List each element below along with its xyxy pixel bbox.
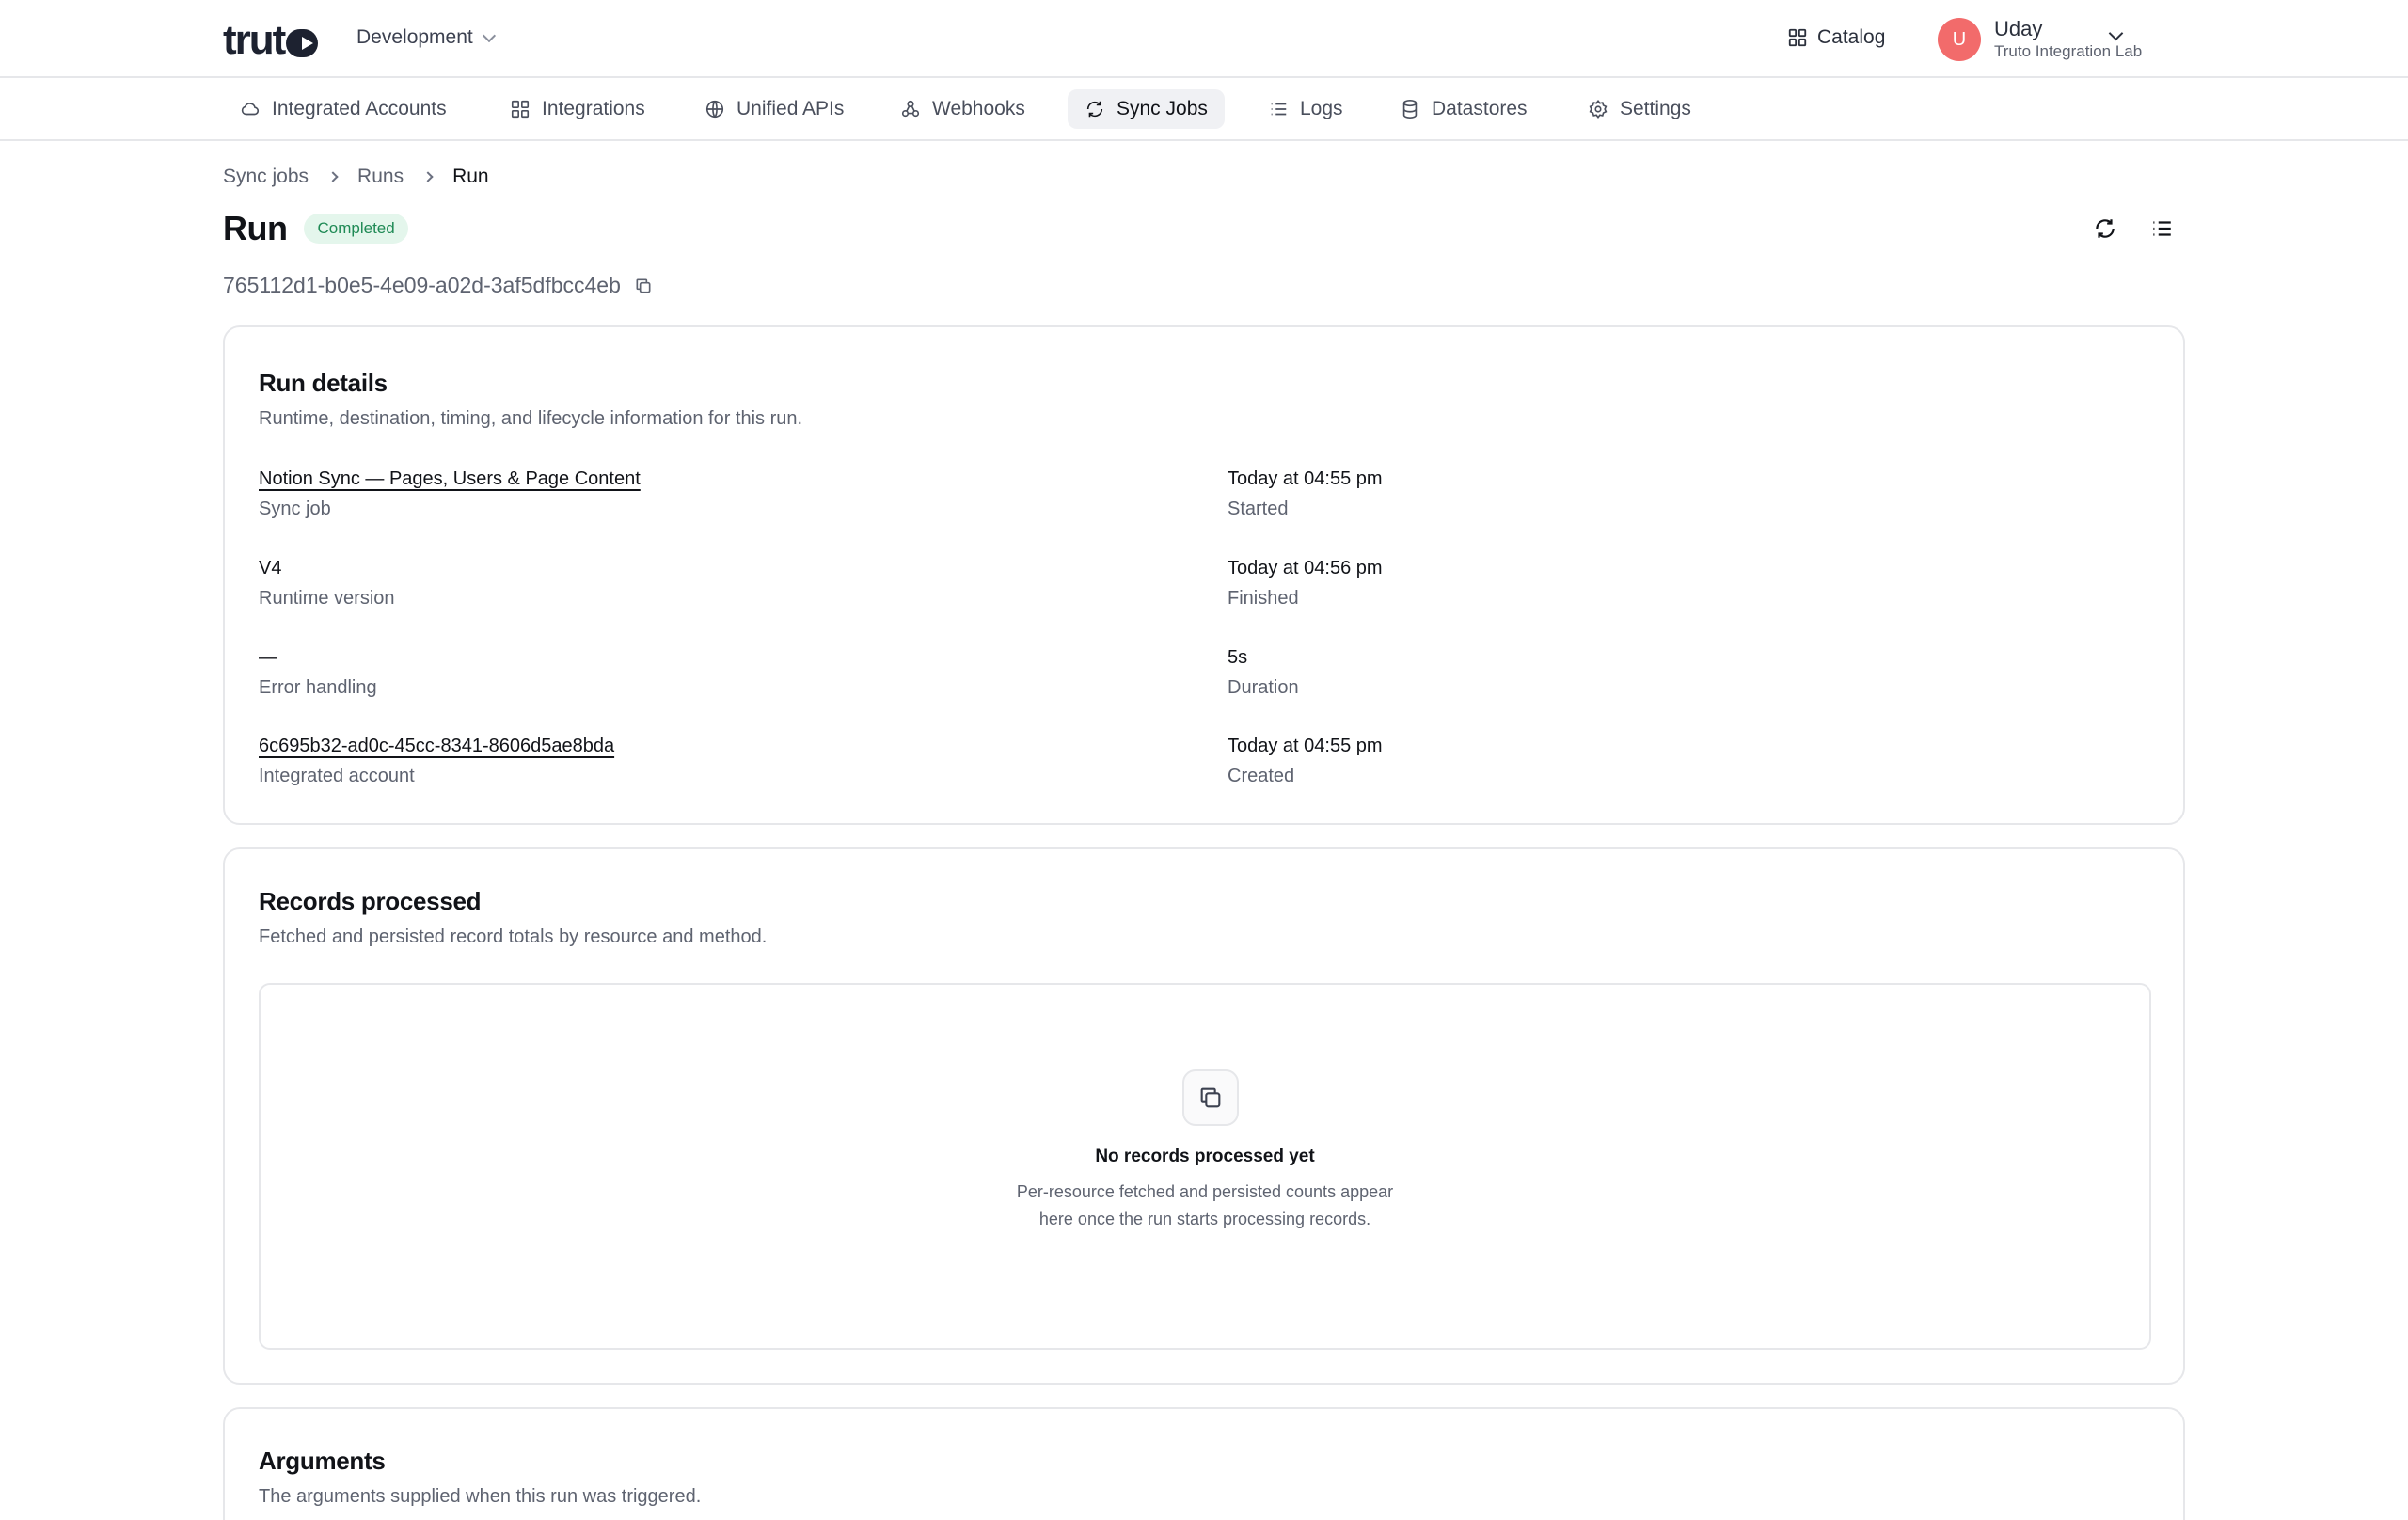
nav-item-webhooks[interactable]: Webhooks (883, 89, 1042, 129)
gear-icon (1589, 99, 1608, 119)
copy-icon[interactable] (634, 277, 653, 295)
database-icon (1402, 100, 1418, 119)
detail-created: Today at 04:55 pm Created (1228, 734, 1383, 788)
catalog-label: Catalog (1817, 26, 1886, 48)
globe-icon (705, 100, 724, 119)
arguments-card: Arguments The arguments supplied when th… (223, 1407, 2185, 1520)
nav-item-unified-apis[interactable]: Unified APIs (688, 89, 861, 129)
run-id-text: 765112d1-b0e5-4e09-a02d-3af5dfbcc4eb (223, 273, 621, 297)
card-title: Arguments (259, 1447, 386, 1475)
catalog-button[interactable]: Catalog (1787, 26, 1885, 49)
grid-icon (1788, 28, 1807, 47)
detail-integrated-account: 6c695b32-ad0c-45cc-8341-8606d5ae8bda Int… (259, 734, 614, 788)
chevron-down-icon (482, 28, 496, 42)
refresh-icon[interactable] (2093, 216, 2117, 241)
environment-label: Development (356, 26, 473, 48)
detail-value: 5s (1228, 647, 1248, 668)
chevron-right-icon (327, 171, 339, 182)
detail-label: Duration (1228, 677, 1299, 698)
detail-error-handling: — Error handling (259, 645, 377, 700)
grid-icon (511, 100, 530, 119)
detail-value: Today at 04:56 pm (1228, 558, 1383, 578)
detail-started: Today at 04:55 pm Started (1228, 467, 1383, 521)
card-title: Records processed (259, 887, 482, 915)
nav-label: Logs (1300, 98, 1343, 119)
nav-item-datastores[interactable]: Datastores (1383, 89, 1545, 129)
detail-value: — (259, 647, 277, 668)
detail-label: Runtime version (259, 588, 395, 609)
breadcrumb-current: Run (452, 166, 489, 187)
card-title: Run details (259, 369, 388, 397)
nav-item-logs[interactable]: Logs (1251, 89, 1360, 129)
run-details-card: Run details Runtime, destination, timing… (223, 325, 2185, 825)
detail-sync-job: Notion Sync — Pages, Users & Page Conten… (259, 467, 641, 521)
card-subtitle: Fetched and persisted record totals by r… (259, 926, 768, 947)
detail-value: Today at 04:55 pm (1228, 468, 1383, 489)
nav-label: Integrated Accounts (272, 98, 447, 119)
detail-label: Created (1228, 766, 1295, 786)
list-icon[interactable] (2149, 216, 2174, 241)
sync-icon (1086, 101, 1103, 118)
breadcrumb-runs[interactable]: Runs (357, 166, 404, 188)
detail-label: Finished (1228, 588, 1299, 609)
breadcrumb: Sync jobs Runs Run (223, 166, 489, 188)
card-subtitle: Runtime, destination, timing, and lifecy… (259, 408, 803, 429)
cloud-icon (241, 103, 260, 116)
status-badge: Completed (304, 214, 408, 244)
nav-item-integrations[interactable]: Integrations (493, 89, 662, 129)
top-bar: trutotrut Development Catalog U Uday Tru… (0, 0, 2408, 78)
detail-runtime-version: V4 Runtime version (259, 556, 395, 610)
user-menu[interactable]: U Uday Truto Integration Lab (1938, 17, 2142, 62)
detail-label: Error handling (259, 677, 377, 698)
page-title: Run (223, 209, 288, 247)
webhook-icon (901, 100, 920, 118)
nav-item-settings[interactable]: Settings (1571, 89, 1708, 129)
detail-finished: Today at 04:56 pm Finished (1228, 556, 1383, 610)
detail-value: V4 (259, 558, 282, 578)
nav-label: Webhooks (932, 98, 1025, 119)
card-subtitle: The arguments supplied when this run was… (259, 1486, 702, 1507)
sync-job-link[interactable]: Notion Sync — Pages, Users & Page Conten… (259, 467, 641, 491)
nav-item-integrated-accounts[interactable]: Integrated Accounts (223, 89, 464, 129)
truto-logo[interactable]: trutotrut (223, 17, 319, 64)
integrated-account-link[interactable]: 6c695b32-ad0c-45cc-8341-8606d5ae8bda (259, 734, 614, 758)
detail-label: Integrated account (259, 766, 415, 786)
breadcrumb-sync-jobs[interactable]: Sync jobs (223, 166, 309, 188)
records-empty-state: No records processed yet Per-resource fe… (259, 983, 2151, 1350)
nav-label: Unified APIs (737, 98, 845, 119)
empty-state-title: No records processed yet (1095, 1147, 1315, 1166)
nav-item-sync-jobs[interactable]: Sync Jobs (1068, 89, 1225, 129)
list-icon (1271, 103, 1287, 116)
copy-icon (1182, 1069, 1239, 1126)
chevron-right-icon (422, 171, 434, 182)
avatar: U (1938, 18, 1981, 61)
nav-label: Integrations (542, 98, 645, 119)
records-processed-card: Records processed Fetched and persisted … (223, 847, 2185, 1385)
nav-label: Settings (1620, 98, 1691, 119)
detail-value: Today at 04:55 pm (1228, 736, 1383, 756)
title-row: Run Completed (223, 209, 408, 248)
detail-label: Sync job (259, 499, 331, 519)
title-actions (2093, 216, 2174, 241)
main-nav: Integrated Accounts Integrations Unified… (0, 78, 2408, 141)
detail-duration: 5s Duration (1228, 645, 1299, 700)
detail-label: Started (1228, 499, 1289, 519)
user-org: Truto Integration Lab (1994, 42, 2143, 60)
run-id: 765112d1-b0e5-4e09-a02d-3af5dfbcc4eb (223, 273, 653, 298)
empty-state-description: Per-resource fetched and persisted count… (1016, 1182, 1394, 1228)
environment-selector[interactable]: Development (356, 26, 496, 49)
nav-label: Sync Jobs (1117, 98, 1208, 119)
nav-label: Datastores (1432, 98, 1528, 119)
